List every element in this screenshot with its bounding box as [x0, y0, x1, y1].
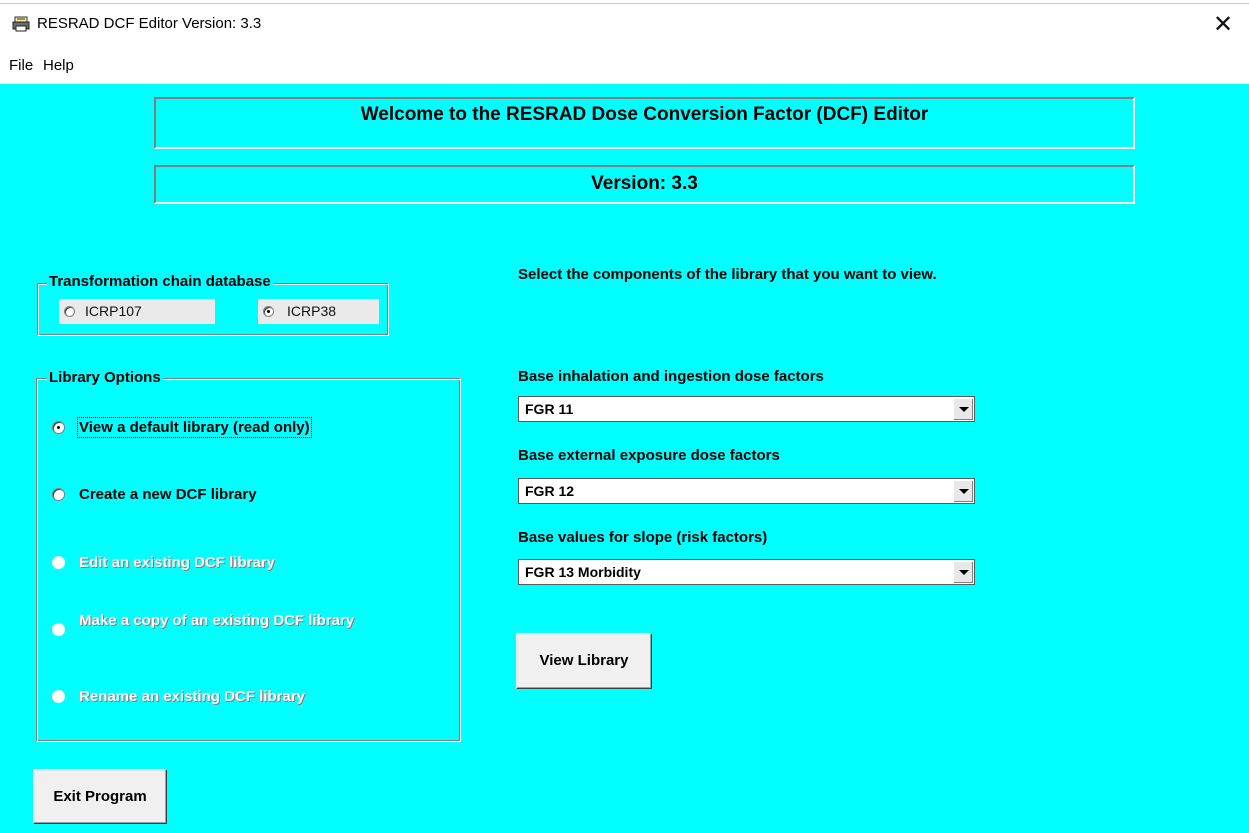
menu-help[interactable]: Help	[43, 57, 74, 74]
slope-factors-label: Base values for slope (risk factors)	[518, 529, 768, 546]
external-dose-value: FGR 12	[525, 483, 575, 499]
radio-icrp107[interactable]: ICRP107	[59, 299, 215, 324]
close-icon[interactable]: ✕	[1208, 10, 1238, 40]
window-top-border	[0, 3, 1249, 4]
radio-dot	[57, 426, 60, 429]
dropdown-arrow	[959, 570, 969, 575]
radio-icrp38-label: ICRP38	[287, 303, 337, 319]
option-create-new-library[interactable]: Create a new DCF library	[52, 484, 392, 506]
dropdown-arrow	[959, 489, 969, 494]
option-copy-existing-library[interactable]: Make a copy of an existing DCF library	[52, 609, 392, 653]
window-title: RESRAD DCF Editor Version: 3.3	[37, 15, 262, 32]
welcome-banner: Welcome to the RESRAD Dose Conversion Fa…	[154, 97, 1135, 149]
option-edit-existing-library[interactable]: Edit an existing DCF library	[52, 552, 392, 574]
radio-button-selected-icon	[52, 421, 65, 434]
option-copy-existing-library-label: Make a copy of an existing DCF library	[79, 612, 355, 629]
option-create-new-library-label: Create a new DCF library	[79, 486, 257, 503]
slope-factors-value: FGR 13 Morbidity	[525, 564, 641, 580]
radio-icrp107-label: ICRP107	[85, 303, 142, 319]
radio-button-disabled-icon	[52, 690, 65, 703]
dropdown-arrow	[959, 407, 969, 412]
inhalation-dose-value: FGR 11	[525, 401, 574, 417]
external-dose-select[interactable]: FGR 12	[518, 478, 975, 504]
view-library-button[interactable]: View Library	[516, 633, 652, 689]
version-banner: Version: 3.3	[154, 165, 1135, 204]
chevron-down-icon[interactable]	[953, 480, 973, 502]
radio-button-icon	[64, 306, 75, 317]
exit-program-button[interactable]: Exit Program	[33, 769, 167, 824]
radio-icrp38[interactable]: ICRP38	[258, 299, 379, 324]
option-view-default-library[interactable]: View a default library (read only)	[52, 417, 392, 439]
external-dose-label: Base external exposure dose factors	[518, 447, 780, 464]
option-edit-existing-library-label: Edit an existing DCF library	[79, 554, 275, 571]
menu-bar	[0, 48, 1249, 84]
transformation-chain-label: Transformation chain database	[47, 273, 273, 290]
option-rename-existing-library-label: Rename an existing DCF library	[79, 688, 305, 705]
radio-button-icon	[52, 488, 65, 501]
menu-file[interactable]: File	[9, 57, 33, 74]
inhalation-dose-label: Base inhalation and ingestion dose facto…	[518, 368, 824, 385]
radio-dot	[267, 310, 270, 313]
components-instruction: Select the components of the library tha…	[518, 266, 937, 283]
radio-button-selected-icon	[263, 306, 274, 317]
version-label: Version: 3.3	[591, 173, 698, 194]
chevron-down-icon[interactable]	[953, 561, 973, 583]
option-rename-existing-library[interactable]: Rename an existing DCF library	[52, 686, 392, 708]
radio-button-disabled-icon	[52, 623, 65, 636]
slope-factors-select[interactable]: FGR 13 Morbidity	[518, 559, 975, 585]
library-options-label: Library Options	[47, 369, 163, 386]
chevron-down-icon[interactable]	[953, 398, 973, 420]
option-view-default-library-label: View a default library (read only)	[77, 417, 312, 438]
inhalation-dose-select[interactable]: FGR 11	[518, 396, 975, 422]
welcome-title: Welcome to the RESRAD Dose Conversion Fa…	[360, 104, 929, 125]
radio-button-disabled-icon	[52, 556, 65, 569]
printer-app-icon	[12, 16, 30, 32]
